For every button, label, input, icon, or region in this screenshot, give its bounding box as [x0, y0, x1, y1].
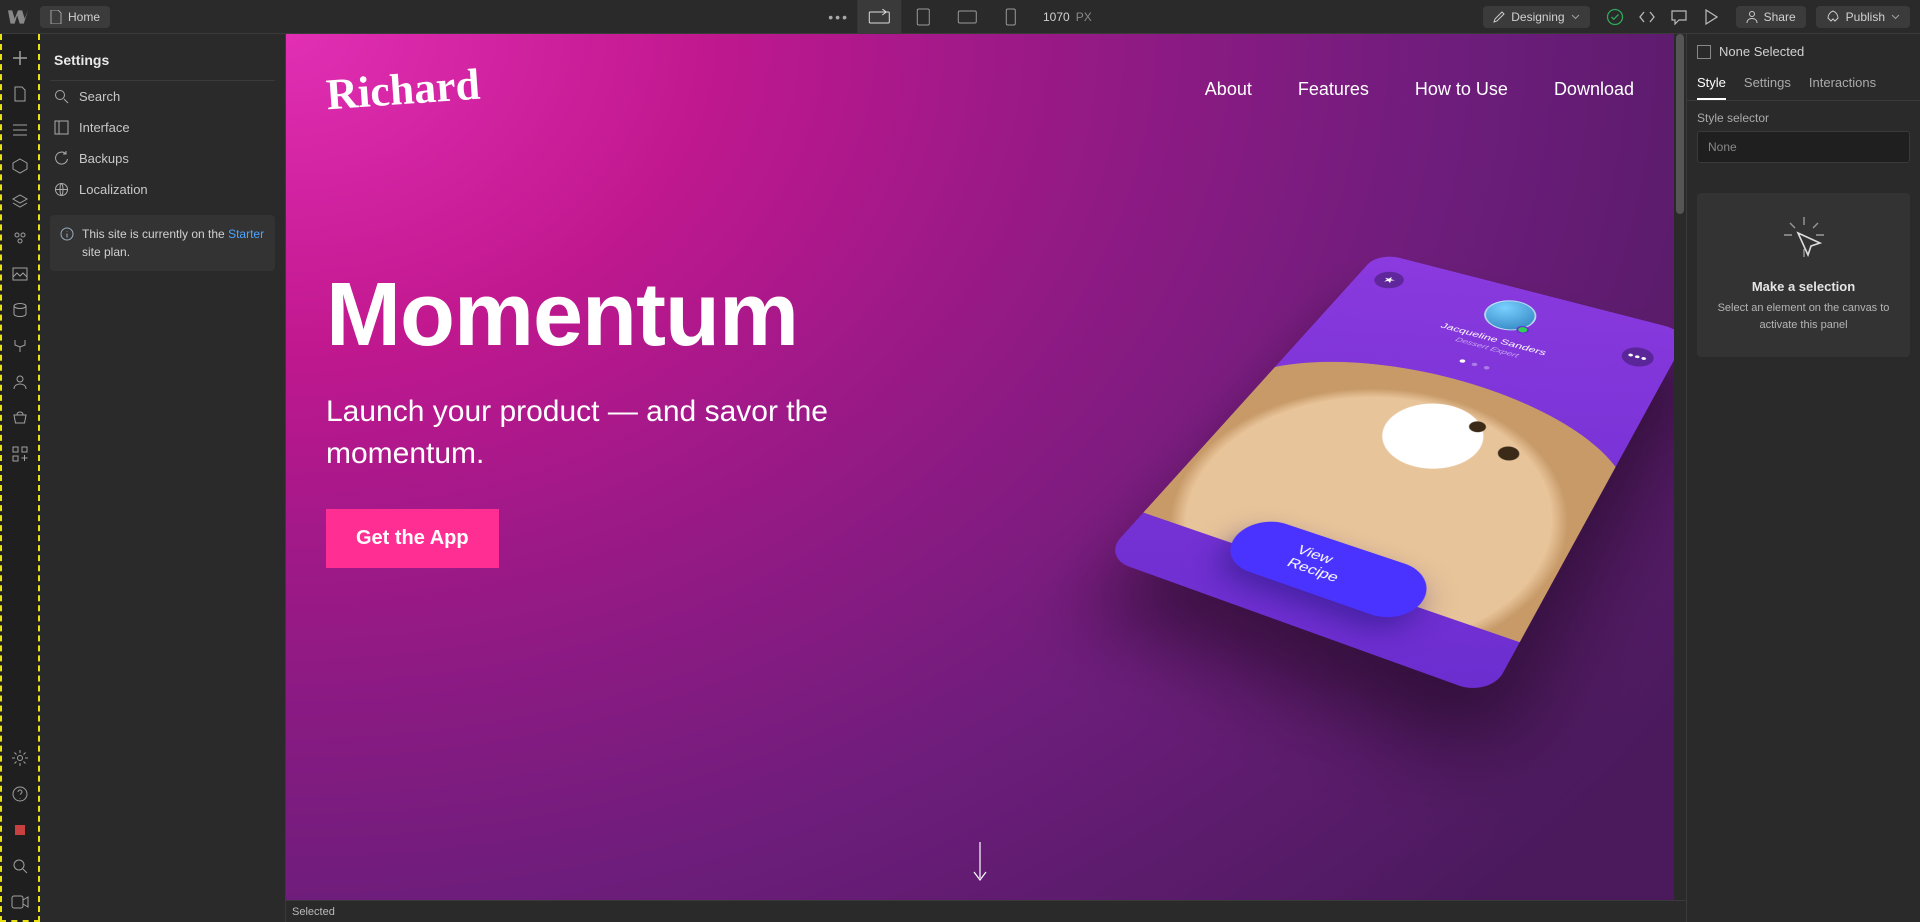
settings-item-localization[interactable]: Localization	[50, 174, 275, 205]
rail-assets-icon[interactable]	[0, 256, 40, 292]
nav-link[interactable]: Features	[1298, 79, 1369, 100]
status-text: Selected	[292, 906, 335, 918]
backups-icon	[54, 151, 69, 166]
publish-label: Publish	[1846, 10, 1885, 24]
rail-pages-icon[interactable]	[0, 76, 40, 112]
status-check-icon[interactable]	[1606, 8, 1624, 26]
canvas-area: Richard About Features How to Use Downlo…	[286, 34, 1686, 922]
rail-styles-icon[interactable]	[0, 220, 40, 256]
page-home-label: Home	[68, 10, 100, 24]
right-panel-tabs: Style Settings Interactions	[1687, 69, 1920, 101]
rail-video-icon[interactable]	[0, 884, 40, 920]
tab-settings[interactable]: Settings	[1744, 69, 1791, 100]
info-icon	[60, 227, 74, 241]
share-button[interactable]: Share	[1736, 6, 1806, 28]
more-options-icon[interactable]: •••	[828, 9, 849, 25]
tab-style[interactable]: Style	[1697, 69, 1726, 100]
publish-button[interactable]: Publish	[1816, 6, 1910, 28]
plan-notice-card: This site is currently on the Starter si…	[50, 215, 275, 271]
cursor-click-icon	[1774, 213, 1834, 269]
nav-link[interactable]: Download	[1554, 79, 1634, 100]
interface-icon	[54, 120, 69, 135]
rocket-icon	[1826, 10, 1840, 24]
breakpoint-value: 1070	[1043, 10, 1070, 24]
rail-components-icon[interactable]	[0, 148, 40, 184]
preview-play-icon[interactable]	[1702, 8, 1720, 26]
canvas-scrollbar[interactable]	[1674, 34, 1686, 900]
mode-dropdown[interactable]: Designing	[1483, 6, 1589, 28]
code-icon[interactable]	[1638, 8, 1656, 26]
right-panel: None Selected Style Settings Interaction…	[1686, 34, 1920, 922]
hero-cta-button[interactable]: Get the App	[326, 509, 499, 568]
hero-title: Momentum	[326, 264, 886, 367]
breakpoint-mobile[interactable]	[989, 0, 1033, 34]
site-brand: Richard	[324, 58, 481, 120]
rail-variables-icon[interactable]	[0, 184, 40, 220]
settings-title: Settings	[50, 46, 275, 81]
settings-item-label: Interface	[79, 120, 130, 135]
breakpoint-size[interactable]: 1070 PX	[1043, 10, 1092, 24]
rail-users-icon[interactable]	[0, 364, 40, 400]
nav-link[interactable]: How to Use	[1415, 79, 1508, 100]
page-icon	[50, 10, 62, 24]
top-bar: Home ••• 1070 PX Designing	[0, 0, 1920, 34]
phone-mockup: ★ ••• Jacqueline Sanders Dessert Expert …	[1103, 252, 1674, 696]
settings-item-search[interactable]: Search	[50, 81, 275, 112]
nav-link[interactable]: About	[1205, 79, 1252, 100]
page-home-chip[interactable]: Home	[40, 6, 110, 28]
rail-navigator-icon[interactable]	[0, 112, 40, 148]
mode-label: Designing	[1511, 10, 1564, 24]
settings-item-label: Backups	[79, 151, 129, 166]
style-selector-label: Style selector	[1687, 101, 1920, 131]
rail-add-icon[interactable]	[0, 40, 40, 76]
left-tool-rail	[0, 34, 40, 922]
style-selector-input[interactable]: None	[1697, 131, 1910, 163]
chevron-down-icon	[1891, 14, 1900, 20]
canvas-status-bar: Selected	[286, 900, 1686, 922]
settings-item-backups[interactable]: Backups	[50, 143, 275, 174]
phone-avatar	[1476, 295, 1544, 335]
site-nav: About Features How to Use Download	[1205, 79, 1634, 100]
plan-notice-text: This site is currently on the Starter si…	[82, 225, 265, 261]
settings-item-label: Localization	[79, 182, 148, 197]
search-icon	[54, 89, 69, 104]
phone-star-icon: ★	[1369, 269, 1409, 291]
breakpoint-desktop-large[interactable]	[857, 0, 901, 34]
rail-apps-icon[interactable]	[0, 436, 40, 472]
settings-item-interface[interactable]: Interface	[50, 112, 275, 143]
rail-help-icon[interactable]	[0, 776, 40, 812]
settings-panel: Settings Search Interface Backups Locali…	[40, 34, 286, 922]
plan-link[interactable]: Starter	[228, 227, 264, 241]
scroll-down-icon	[972, 842, 988, 882]
share-label: Share	[1764, 10, 1796, 24]
rail-search-icon[interactable]	[0, 848, 40, 884]
site-preview[interactable]: Richard About Features How to Use Downlo…	[286, 34, 1674, 922]
scrollbar-thumb[interactable]	[1676, 34, 1684, 214]
chevron-down-icon	[1571, 14, 1580, 20]
selection-header: None Selected	[1687, 34, 1920, 69]
selection-box-icon	[1697, 45, 1711, 59]
breakpoint-landscape[interactable]	[945, 0, 989, 34]
rail-audit-icon[interactable]	[0, 812, 40, 848]
pencil-icon	[1493, 11, 1505, 23]
webflow-logo-icon[interactable]	[0, 0, 36, 34]
phone-more-icon: •••	[1617, 344, 1657, 369]
settings-item-label: Search	[79, 89, 120, 104]
hero-subtitle: Launch your product — and savor the mome…	[326, 391, 886, 475]
rail-logic-icon[interactable]	[0, 328, 40, 364]
person-icon	[1746, 10, 1758, 24]
empty-state-title: Make a selection	[1711, 279, 1896, 294]
tab-interactions[interactable]: Interactions	[1809, 69, 1876, 100]
breakpoint-unit: PX	[1076, 10, 1092, 24]
rail-ecommerce-icon[interactable]	[0, 400, 40, 436]
selection-label: None Selected	[1719, 44, 1804, 59]
empty-state-card: Make a selection Select an element on th…	[1697, 193, 1910, 357]
comment-icon[interactable]	[1670, 8, 1688, 26]
rail-settings-icon[interactable]	[0, 740, 40, 776]
hero-section: Momentum Launch your product — and savor…	[326, 264, 886, 568]
breakpoint-tablet[interactable]	[901, 0, 945, 34]
globe-icon	[54, 182, 69, 197]
rail-cms-icon[interactable]	[0, 292, 40, 328]
empty-state-subtitle: Select an element on the canvas to activ…	[1711, 300, 1896, 333]
